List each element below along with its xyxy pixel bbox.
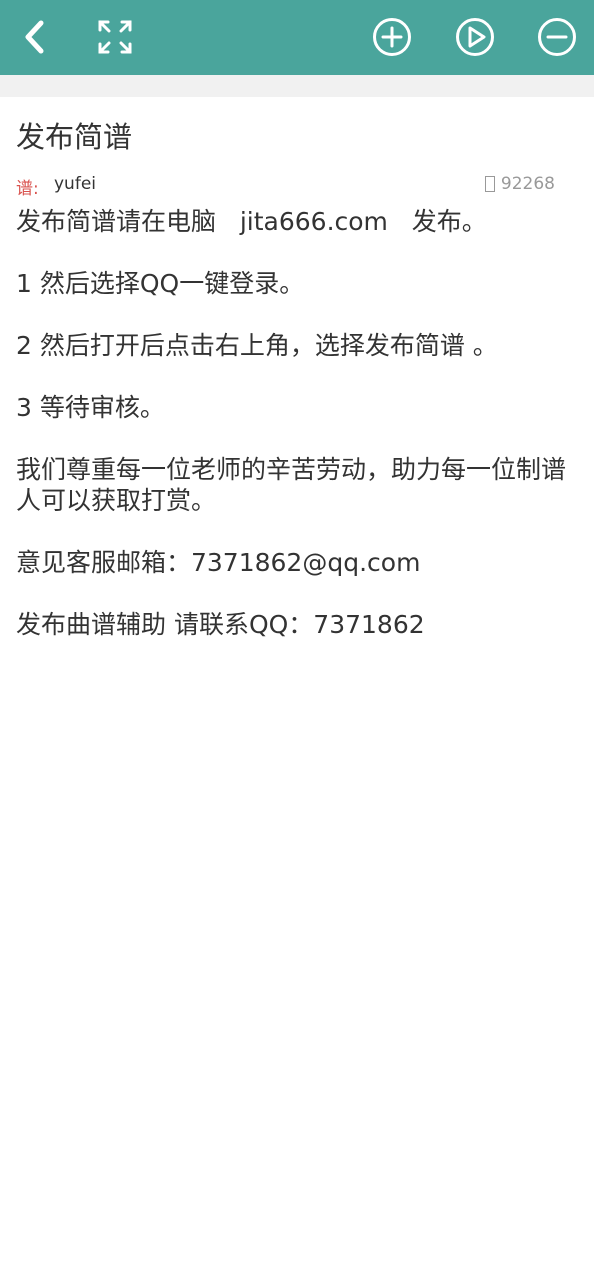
views-icon — [484, 176, 495, 192]
author-name[interactable]: yufei — [54, 174, 96, 194]
view-count-value: 92268 — [500, 174, 555, 194]
paragraph: 我们尊重每一位老师的辛苦劳动，助力每一位制谱人可以获取打赏。 — [16, 455, 567, 515]
paragraph: 发布曲谱辅助 请联系QQ：7371862 — [16, 610, 425, 639]
section-divider — [0, 75, 594, 97]
article-meta: 谱: yufei 92268 — [16, 174, 561, 199]
zoom-in-icon[interactable] — [370, 15, 414, 59]
paragraph: 3 等待审核。 — [16, 393, 165, 422]
paragraph: 1 然后选择QQ一键登录。 — [16, 269, 305, 298]
zoom-out-icon[interactable] — [535, 15, 579, 59]
paragraph: 发布简谱请在电脑 jita666.com 发布。 — [16, 207, 487, 236]
view-count: 92268 — [484, 174, 555, 194]
back-chevron-icon[interactable] — [14, 15, 58, 59]
paragraph: 2 然后打开后点击右上角，选择发布简谱 。 — [16, 331, 498, 360]
page-title: 发布简谱 — [16, 120, 133, 154]
paragraph: 意见客服邮箱：7371862@qq.com — [16, 548, 421, 577]
author-label: 谱: — [16, 179, 39, 199]
play-icon[interactable] — [453, 15, 497, 59]
article-body: 发布简谱请在电脑 jita666.com 发布。 1 然后选择QQ一键登录。 2… — [16, 206, 576, 671]
fullscreen-icon[interactable] — [93, 15, 137, 59]
top-toolbar — [0, 0, 594, 75]
